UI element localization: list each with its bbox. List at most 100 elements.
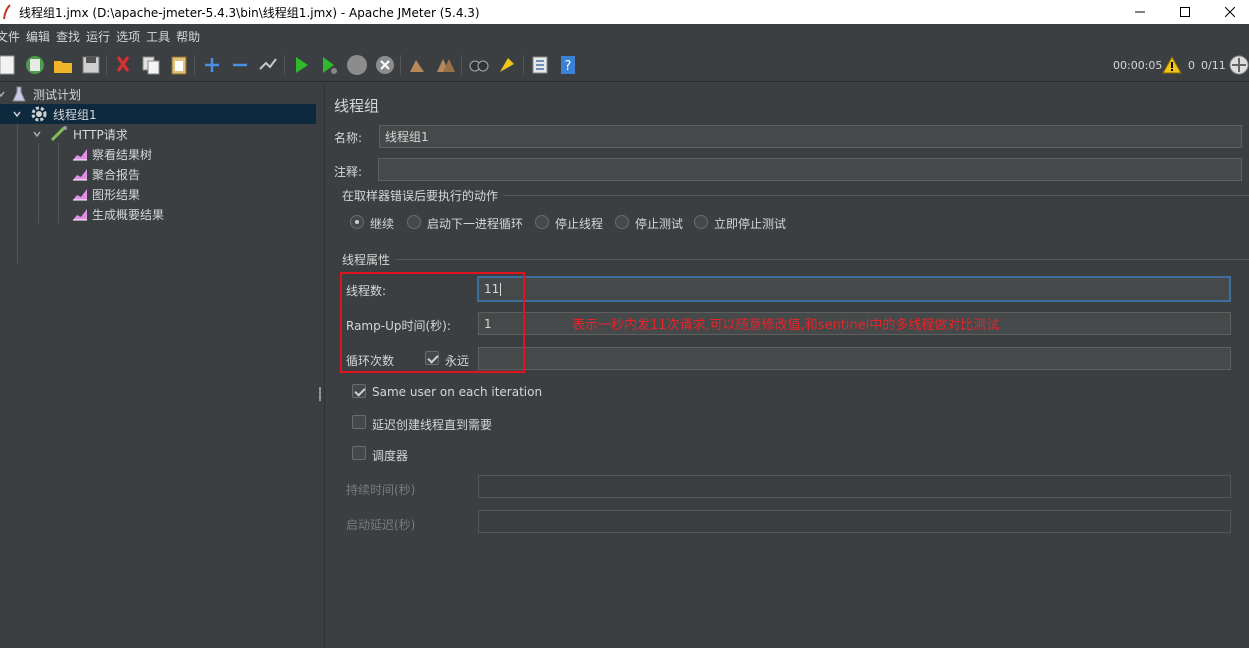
chevron-down-icon[interactable] <box>0 90 5 98</box>
tree-node-graph-results[interactable]: 图形结果 <box>0 184 316 204</box>
maximize-icon <box>1180 7 1190 17</box>
same-user-checkbox[interactable] <box>352 384 366 398</box>
same-user-label[interactable]: Same user on each iteration <box>372 385 542 399</box>
log-viewer-icon[interactable] <box>1229 55 1249 75</box>
menu-edit[interactable]: 编辑 <box>26 28 50 45</box>
menu-bar: 文件 编辑 查找 运行 选项 工具 帮助 <box>0 24 1249 48</box>
flask-icon <box>12 86 26 102</box>
gear-icon <box>31 106 47 122</box>
menu-tools[interactable]: 工具 <box>146 28 170 45</box>
chart-icon <box>73 169 87 181</box>
pipette-icon <box>50 126 67 142</box>
elapsed-time: 00:00:05 <box>1113 58 1163 72</box>
tree-label-http-request: HTTP请求 <box>73 127 128 142</box>
tree-label-thread-group: 线程组1 <box>53 107 97 122</box>
error-action-group-title: 在取样器错误后要执行的动作 <box>342 189 499 203</box>
warning-icon[interactable] <box>1162 55 1182 75</box>
close-button[interactable] <box>1207 0 1249 24</box>
thread-group-panel: 线程组 名称: 线程组1 注释: 在取样器错误后要执行的动作 继续 启动下一进程… <box>325 83 1249 648</box>
radio-label-stop-thread[interactable]: 停止线程 <box>555 215 603 232</box>
startup-delay-label: 启动延迟(秒) <box>346 518 416 532</box>
tree-label-listener: 聚合报告 <box>92 167 141 182</box>
page-title: 线程组 <box>334 97 380 115</box>
radio-start-next-loop[interactable] <box>407 215 421 229</box>
close-icon <box>1225 7 1235 17</box>
annotation-text: 表示一秒内发11次请求,可以随意修改值,和sentinel中的多线程做对比测试 <box>572 318 1000 333</box>
tree-node-view-results-tree[interactable]: 察看结果树 <box>0 144 316 164</box>
tree-label-listener: 生成概要结果 <box>92 207 165 222</box>
tree-label-listener: 察看结果树 <box>92 147 153 162</box>
radio-stop-test[interactable] <box>615 215 629 229</box>
templates-icon[interactable] <box>24 54 46 76</box>
test-plan-tree: 测试计划 线程组1 HTTP请求 察看结果树 聚合报告 图形结果 生成概要结果 <box>0 83 316 648</box>
delay-create-checkbox[interactable] <box>352 415 366 429</box>
name-label: 名称: <box>334 131 363 145</box>
tree-node-http-request[interactable]: HTTP请求 <box>0 124 316 144</box>
duration-label: 持续时间(秒) <box>346 483 416 497</box>
radio-label-stop-test[interactable]: 停止测试 <box>635 215 683 232</box>
toolbar: ? 00:00:05 0 0/11 <box>0 48 1249 82</box>
radio-label-stop-test-now[interactable]: 立即停止测试 <box>714 215 786 232</box>
comment-field[interactable] <box>378 158 1242 181</box>
paste-icon[interactable] <box>168 54 190 76</box>
minimize-icon <box>1135 11 1145 13</box>
thread-count-field[interactable]: 11 <box>477 276 1231 302</box>
annotation-box <box>340 272 525 373</box>
expand-all-icon[interactable] <box>201 54 223 76</box>
chart-icon <box>73 189 87 201</box>
comment-label: 注释: <box>334 165 363 179</box>
stop-icon[interactable] <box>346 54 368 76</box>
chevron-down-icon[interactable] <box>13 110 21 118</box>
save-icon[interactable] <box>80 54 102 76</box>
radio-continue[interactable] <box>350 215 364 229</box>
thread-props-group-title: 线程属性 <box>342 253 391 267</box>
menu-options[interactable]: 选项 <box>116 28 140 45</box>
function-helper-icon[interactable] <box>529 54 551 76</box>
active-threads: 0/11 <box>1201 58 1226 72</box>
shutdown-icon[interactable] <box>374 54 396 76</box>
maximize-button[interactable] <box>1162 0 1208 24</box>
clear-icon[interactable] <box>406 54 428 76</box>
split-pane-divider[interactable] <box>316 83 325 648</box>
copy-icon[interactable] <box>140 54 162 76</box>
menu-help[interactable]: 帮助 <box>176 28 200 45</box>
reset-search-icon[interactable] <box>496 54 518 76</box>
start-no-pauses-icon[interactable] <box>318 54 340 76</box>
drag-handle-icon[interactable] <box>319 387 321 401</box>
cut-icon[interactable] <box>112 54 134 76</box>
radio-stop-test-now[interactable] <box>694 215 708 229</box>
toggle-icon[interactable] <box>257 54 279 76</box>
title-bar: 线程组1.jmx (D:\apache-jmeter-5.4.3\bin\线程组… <box>0 0 1249 24</box>
search-icon[interactable] <box>468 54 490 76</box>
scheduler-label[interactable]: 调度器 <box>372 447 408 464</box>
start-icon[interactable] <box>290 54 312 76</box>
menu-run[interactable]: 运行 <box>86 28 110 45</box>
chart-icon <box>73 149 87 161</box>
menu-search[interactable]: 查找 <box>56 28 80 45</box>
radio-stop-thread[interactable] <box>535 215 549 229</box>
minimize-button[interactable] <box>1117 0 1163 24</box>
help-icon[interactable]: ? <box>557 54 579 76</box>
tree-node-test-plan[interactable]: 测试计划 <box>0 84 316 104</box>
duration-field[interactable] <box>478 475 1231 498</box>
startup-delay-field[interactable] <box>478 510 1231 533</box>
chevron-down-icon[interactable] <box>33 130 41 138</box>
tree-label-test-plan: 测试计划 <box>33 87 82 102</box>
loop-count-field[interactable] <box>478 347 1231 370</box>
tree-node-aggregate-report[interactable]: 聚合报告 <box>0 164 316 184</box>
open-icon[interactable] <box>52 54 74 76</box>
collapse-all-icon[interactable] <box>229 54 251 76</box>
menu-file[interactable]: 文件 <box>0 28 20 45</box>
delay-create-label[interactable]: 延迟创建线程直到需要 <box>372 416 492 433</box>
radio-label-continue[interactable]: 继续 <box>370 215 394 232</box>
tree-node-thread-group[interactable]: 线程组1 <box>0 104 316 124</box>
jmeter-feather-icon <box>3 4 11 20</box>
clear-all-icon[interactable] <box>434 54 456 76</box>
new-icon[interactable] <box>0 54 18 76</box>
chart-icon <box>73 209 87 221</box>
scheduler-checkbox[interactable] <box>352 446 366 460</box>
tree-node-summary-report[interactable]: 生成概要结果 <box>0 204 316 224</box>
name-field[interactable]: 线程组1 <box>379 125 1242 148</box>
radio-label-start-next-loop[interactable]: 启动下一进程循环 <box>427 215 523 232</box>
tree-label-listener: 图形结果 <box>92 187 141 202</box>
